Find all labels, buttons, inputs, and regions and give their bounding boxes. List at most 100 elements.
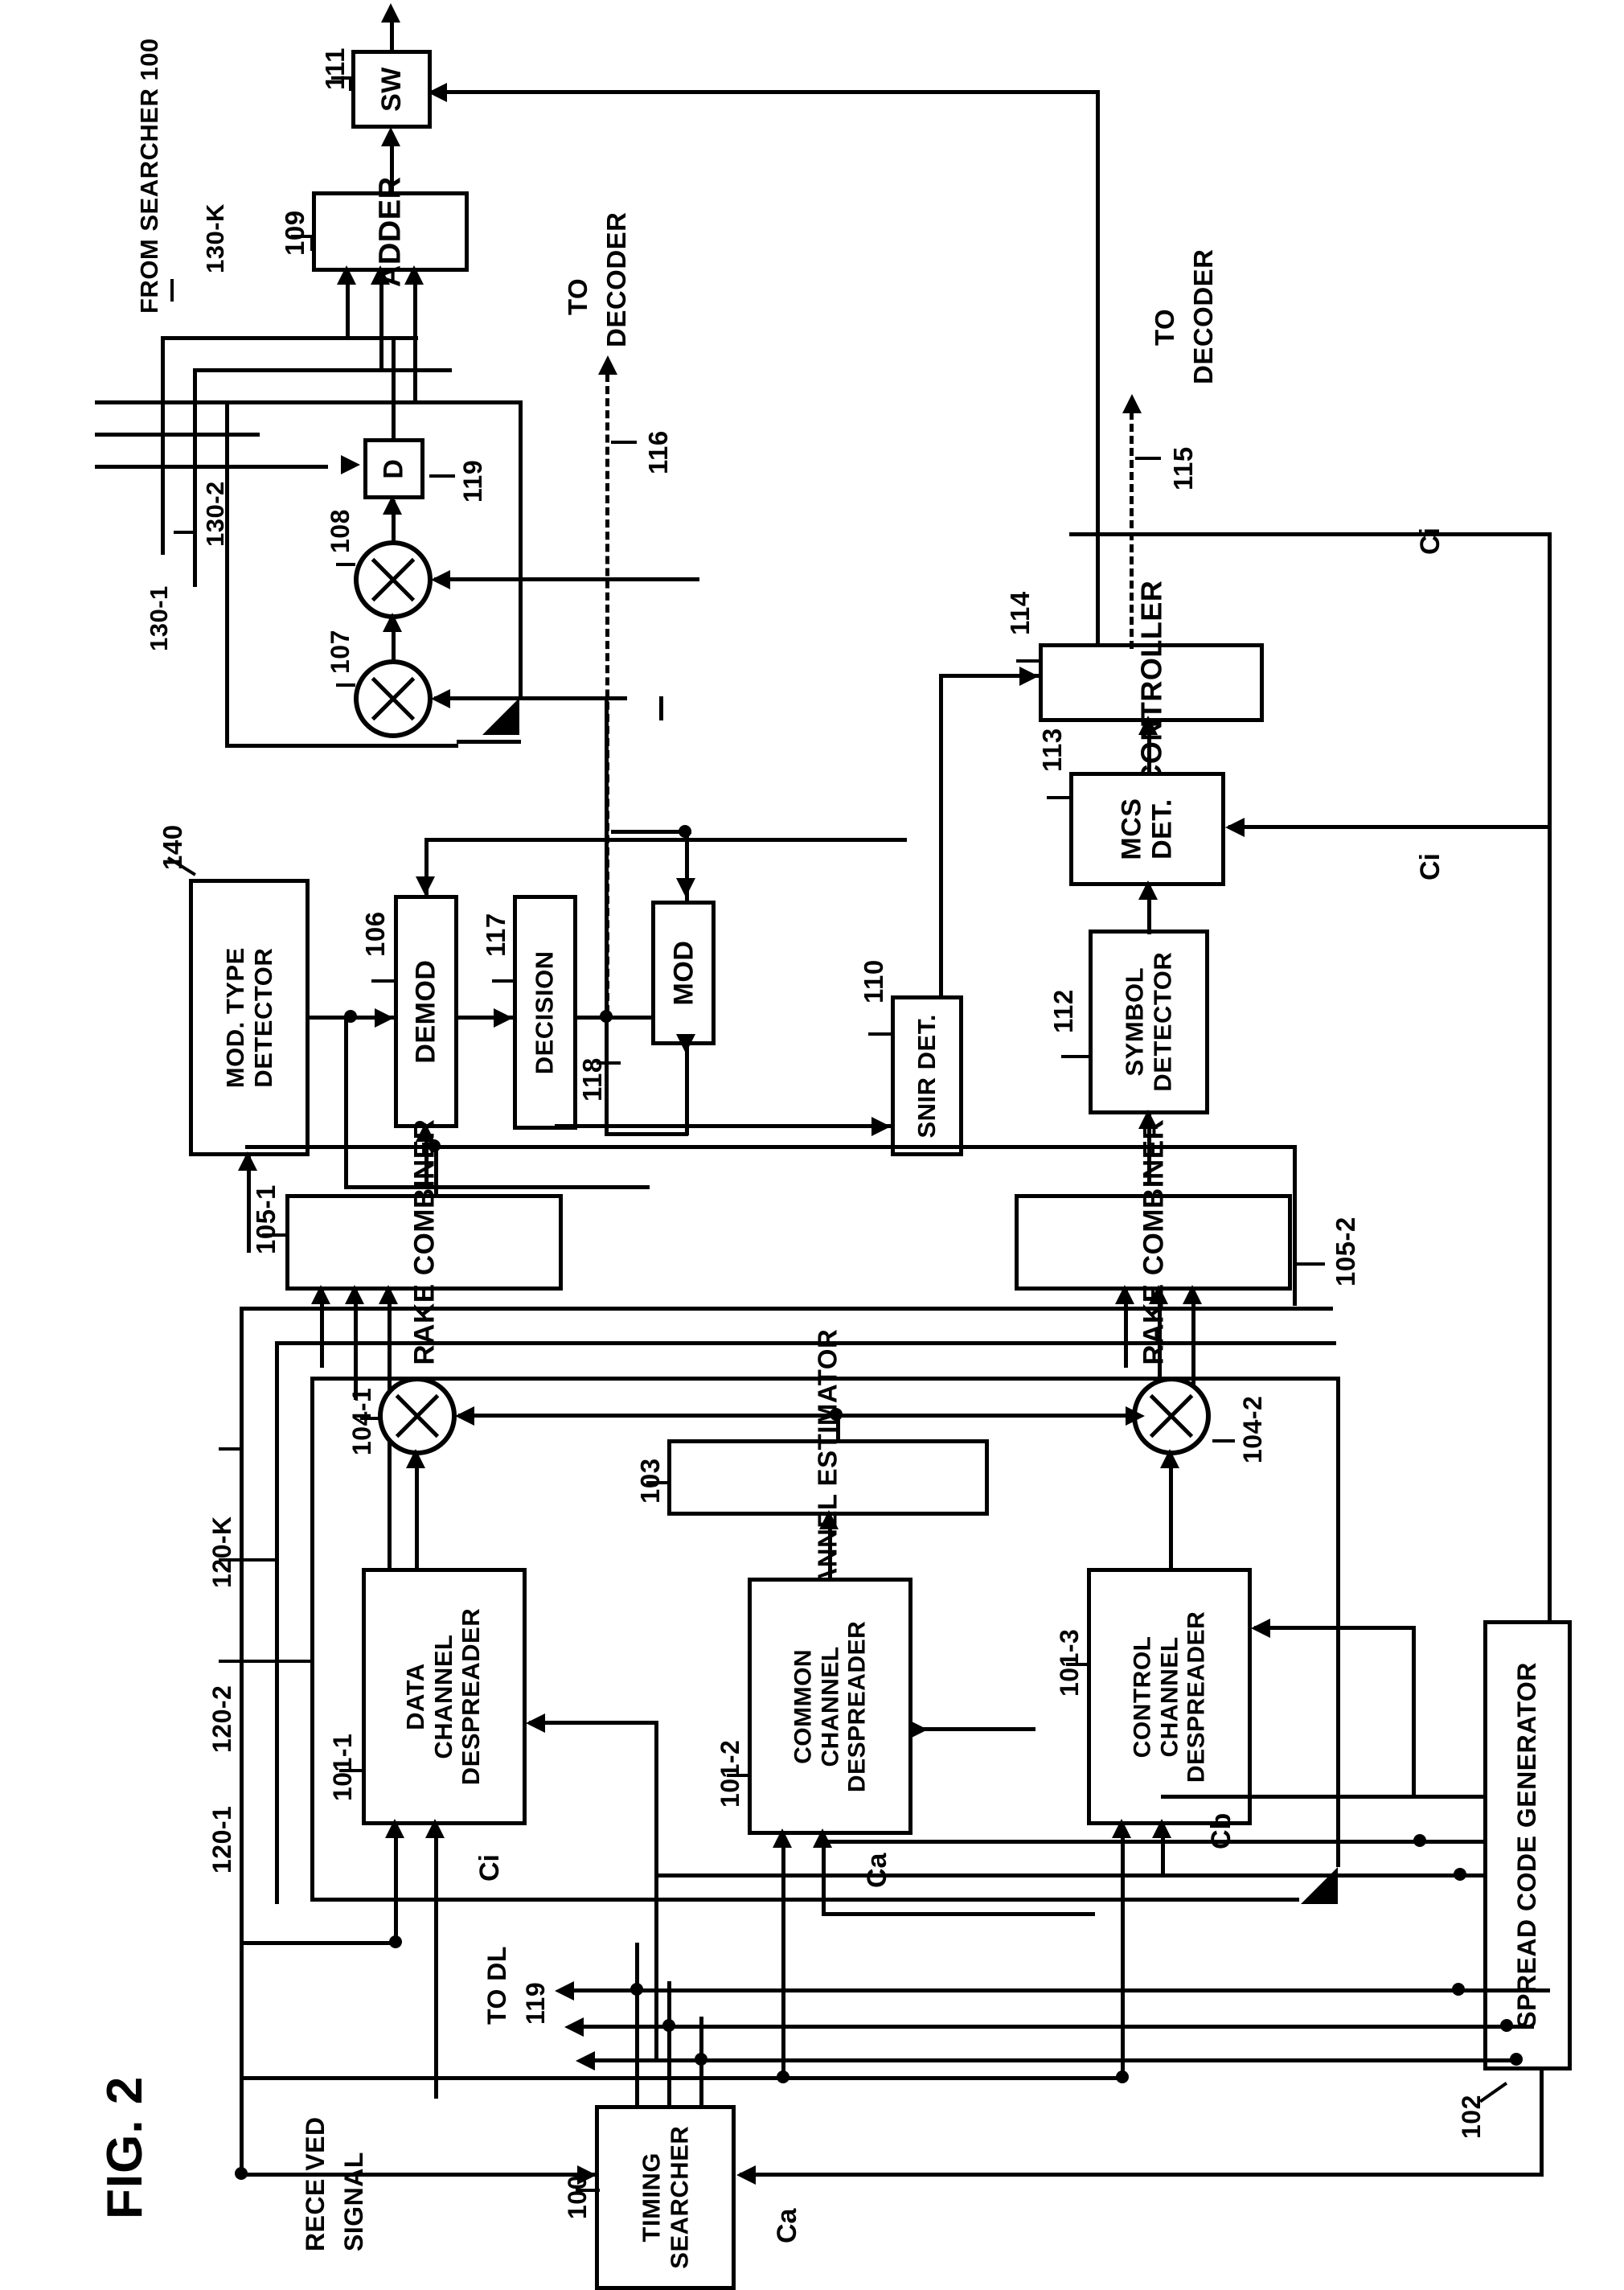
finger1-adder-arrow-icon <box>337 265 356 285</box>
spread-code-generator-block[interactable]: SPREAD CODE GENERATOR <box>1483 1620 1572 2070</box>
decision-116-dash-connector <box>605 1013 609 1021</box>
mcs-det-line1: MCS <box>1116 798 1147 860</box>
snir-det-label: SNIR DET. <box>912 1013 941 1139</box>
ref-105-1: 105-1 <box>251 1184 281 1254</box>
mult108-input-line <box>434 577 699 581</box>
rx-bus-dot-1 <box>389 1935 402 1948</box>
finger-120k-top <box>240 1307 1333 1311</box>
symbol-det-line1: SYMBOL <box>1120 967 1149 1077</box>
scg-out-line-1 <box>1161 1795 1487 1799</box>
delay-to-adder-line <box>392 336 396 441</box>
timing-junction-5 <box>1500 2019 1513 2032</box>
sw-output-arrow-icon <box>381 3 400 23</box>
chanest-to-104-1-line <box>458 1414 836 1418</box>
sw-block[interactable]: SW <box>351 50 432 129</box>
ca-to-common-desp-arrow-icon <box>908 1720 928 1739</box>
delay-label: D <box>378 458 409 479</box>
data-desp-line2: CHANNEL <box>429 1634 458 1759</box>
received-signal-line2: SIGNAL <box>339 2152 368 2251</box>
leader-120-1 <box>219 1660 310 1663</box>
data-desp-to-104-1-arrow-icon <box>406 1449 425 1468</box>
to-decoder-mid-line2: DECODER <box>1188 248 1218 384</box>
mcs-feedback-bus <box>659 696 663 720</box>
rake1-output-line <box>434 1145 438 1196</box>
controller-block[interactable]: CONTROLLER <box>1039 581 1264 785</box>
demod-block[interactable]: DEMOD <box>394 895 458 1128</box>
rake1-output-dot <box>428 1139 441 1152</box>
ci-to-data-desp-arrow-icon <box>526 1713 545 1733</box>
timing-junction-3 <box>695 2053 707 2066</box>
leader-118 <box>597 1061 621 1065</box>
sw-output-line <box>390 18 394 51</box>
scg-out-line-2 <box>822 1840 1487 1844</box>
leader-103 <box>646 1481 669 1484</box>
symbol-detector-block[interactable]: SYMBOL DETECTOR <box>1089 930 1209 1114</box>
rake2-in1-arrow-icon <box>1115 1285 1134 1304</box>
decision-block[interactable]: DECISION <box>513 895 577 1130</box>
mod-type-detector-block[interactable]: MOD. TYPE DETECTOR <box>189 879 310 1156</box>
leader-113 <box>1047 796 1071 799</box>
cb-control-label: Cb <box>1206 1813 1237 1849</box>
finger-130-1-fold-icon <box>482 698 519 735</box>
scg-dot-2 <box>1454 1868 1466 1881</box>
mod-block[interactable]: MOD <box>651 901 716 1045</box>
data-desp-in2-arrow-icon <box>425 1819 445 1838</box>
ca-timing-text: Ca <box>772 2208 802 2243</box>
mod-type-detector-label: MOD. TYPE DETECTOR <box>220 946 277 1089</box>
channel-estimator-block[interactable]: CHANNEL ESTIMATOR <box>667 1329 989 1626</box>
ref-107: 107 <box>326 630 355 674</box>
snir-det-block[interactable]: SNIR DET. <box>891 995 963 1156</box>
adder-block[interactable]: ADDER <box>312 176 469 287</box>
ref-130-1: 130-1 <box>145 585 173 651</box>
fingerk-adder-arrow-icon <box>404 265 424 285</box>
cb-control-text: Cb <box>1206 1812 1236 1849</box>
finger-120-1-bottom <box>310 1898 1299 1902</box>
finger-120k-left <box>240 1307 244 1869</box>
ctrl-desp-to-104-2-arrow-icon <box>1160 1449 1179 1468</box>
data-channel-despreader-block[interactable]: DATA CHANNEL DESPREADER <box>362 1568 527 1825</box>
mod-label: MOD <box>667 940 699 1006</box>
leader-101-3 <box>1066 1663 1090 1666</box>
leader-105-2 <box>1296 1262 1325 1266</box>
leader-104-1 <box>360 1417 381 1420</box>
control-channel-despreader-block[interactable]: CONTROL CHANNEL DESPREADER <box>1087 1568 1252 1825</box>
mcs-det-block[interactable]: MCS DET. <box>1069 772 1225 886</box>
common-desp-to-chanest-arrow-icon <box>819 1510 839 1529</box>
ci-despreader-label: Ci <box>474 1854 505 1882</box>
patent-figure-page: FIG. 2 FROM SEARCHER 100 SW 111 ADDER 10… <box>0 0 1624 2290</box>
ctrl-desp-in2-arrow-icon <box>1152 1819 1171 1838</box>
ca-to-timing-line <box>740 2173 1544 2177</box>
ctrl-desp-in1-line <box>1121 1825 1125 2075</box>
ref-130-2: 130-2 <box>201 481 229 547</box>
rx-bus-dot-3 <box>1116 2070 1129 2083</box>
delay-block[interactable]: D <box>363 438 424 499</box>
data-desp-in1-line <box>394 1825 398 1941</box>
common-despreader-label: COMMON CHANNEL DESPREADER <box>789 1620 871 1791</box>
ci-to-data-desp-vertical <box>654 1721 658 2058</box>
rake-combiner-2-block[interactable]: RAKE COMBINER <box>1015 1119 1292 1365</box>
ref-104-2: 104-2 <box>1238 1395 1267 1463</box>
mod-type-line1: MOD. TYPE <box>220 946 249 1089</box>
mod-type-line2: DETECTOR <box>248 947 277 1088</box>
timing-out-2 <box>667 1981 671 2107</box>
mod-bottom-arrow-icon <box>676 1034 695 1053</box>
ref-115: 115 <box>1168 446 1198 490</box>
mult108-input-arrow-icon <box>431 570 450 589</box>
common-channel-despreader-block[interactable]: COMMON CHANNEL DESPREADER <box>748 1578 912 1835</box>
demod-top-horizontal <box>424 838 907 842</box>
timing-searcher-block[interactable]: TIMING SEARCHER <box>595 2105 736 2290</box>
timing-dl-h2 <box>572 2025 1534 2029</box>
data-desp-in1-arrow-icon <box>385 1819 404 1838</box>
common-desp-line2: CHANNEL <box>816 1645 843 1767</box>
leader-116 <box>611 441 637 444</box>
finger-130-1-bottom <box>225 744 458 748</box>
controller-to-sw-line <box>1096 90 1100 646</box>
rx-bus-to-desp-2 <box>240 2076 1122 2080</box>
leader-101-2 <box>727 1774 751 1777</box>
leader-117 <box>492 979 513 983</box>
ci-to-data-desp-line <box>529 1721 658 1725</box>
decoder-path-115-dash <box>1130 412 1134 649</box>
from-searcher-label: FROM SEARCHER 100 <box>135 38 163 314</box>
ref-101-1: 101-1 <box>328 1733 357 1801</box>
rake-combiner-1-block[interactable]: RAKE COMBINER <box>285 1119 563 1365</box>
